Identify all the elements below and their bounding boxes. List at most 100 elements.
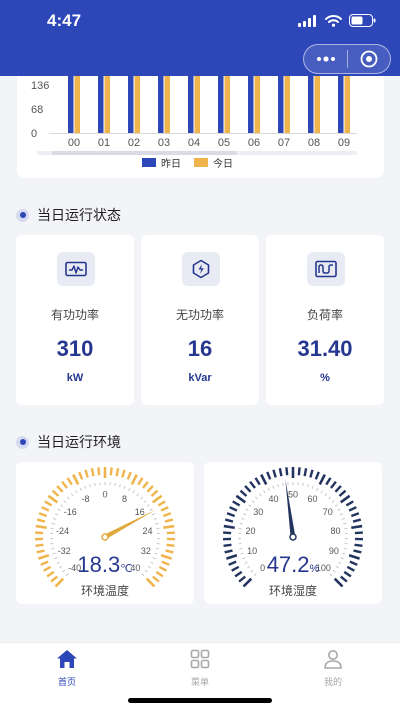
gauge-fine-tick [55,513,59,516]
tab-profile-label: 我的 [323,677,342,687]
gauge-fine-tick [339,513,343,516]
gauge-minor-tick [61,480,68,489]
gauge-fine-tick [328,496,331,500]
gauge-fine-tick [341,517,345,520]
gauge-fine-tick [143,500,147,503]
bar-yesterday [278,76,284,133]
gauge-fine-tick [89,484,91,488]
gauge-minor-tick [115,468,120,477]
gauge-major-tick [339,494,351,504]
gauge-fine-tick [155,522,159,525]
environment-title: 当日运行环境 [37,434,121,450]
gauge-fine-tick [149,508,153,511]
gauge-minor-tick [44,500,53,507]
user-icon [324,650,342,669]
gauge-fine-tick [239,547,243,550]
y-tick-label: 68 [31,104,43,116]
tab-menu-label: 菜单 [190,677,209,687]
hourly-load-chart: 0 68 136 00 01 02 03 04 05 06 07 08 09 昨日 今日 [31,76,357,170]
bar-yesterday [68,76,74,133]
x-tick-label: 04 [188,137,200,149]
gauge-major-tick [235,494,247,504]
gauge-minor-tick [41,506,50,512]
gauge-tick-label: 8 [122,494,127,504]
gauge-fine-tick [53,517,57,520]
bar-today [134,76,140,133]
gauge-major-tick [318,474,326,486]
gauge-minor-tick [121,469,126,478]
tab-menu[interactable]: 菜单 [160,649,240,688]
x-tick-label: 03 [158,137,170,149]
bar-yesterday [308,76,314,133]
temperature-label: 环境温度 [80,584,129,598]
gauge-minor-tick [137,477,144,486]
gauge-fine-tick [239,522,243,525]
more-dots-icon [316,56,335,62]
humidity-label: 环境湿度 [268,584,317,598]
gauge-minor-tick [272,469,277,478]
gauge-minor-tick [166,531,175,535]
gauge-minor-tick [162,512,172,518]
wifi-icon [325,14,342,27]
gauge-minor-tick [330,480,337,489]
legend-label: 今日 [213,157,233,170]
bar-yesterday [218,76,224,133]
humidity-gauge-card: 0 10 20 30 40 50 60 70 80 90 100 47.2% 环境湿度 [204,462,382,604]
gauge-fine-tick [302,482,304,486]
gauge-tick-label: 50 [288,490,298,500]
reactive-power-unit: kVar [188,372,212,384]
gauge-minor-tick [297,467,301,476]
gauge-fine-tick [75,490,78,494]
legend-swatch [194,158,208,167]
gauge-fine-tick [311,485,314,489]
close-miniprogram-button[interactable] [348,50,390,68]
chart-scroll-thumb[interactable] [52,151,237,155]
bar-today [104,76,110,133]
more-button[interactable] [304,56,347,62]
x-tick-label: 09 [338,137,350,149]
gauge-fine-tick [140,496,143,500]
load-rate-card: 负荷率 31.40 % [266,235,384,405]
tab-home-label: 首页 [57,677,76,687]
gauge-minor-tick [229,506,238,512]
gauge-tick-label: 60 [308,494,318,504]
gauge-fine-tick [132,490,135,494]
gauge-fine-tick [60,504,64,507]
signal-icon [298,14,316,27]
reactive-power-label: 无功功率 [175,308,224,322]
home-icon [57,650,77,668]
gauge-minor-tick [303,468,308,477]
gauge-minor-tick [84,469,89,478]
status-icons [298,14,376,27]
gauge-minor-tick [338,489,347,497]
gauge-minor-tick [38,512,48,518]
temperature-value-text: 18.3℃ [77,552,133,577]
hourly-load-chart-card: 0 68 136 00 01 02 03 04 05 06 07 08 09 昨日 今日 [17,76,384,178]
gauge-minor-tick [150,489,159,497]
gauge-fine-tick [255,496,258,500]
gauge-minor-tick [224,518,234,523]
tab-home[interactable]: 首页 [27,649,107,688]
tab-profile[interactable]: 我的 [293,649,373,688]
gauge-major-tick [260,474,268,486]
run-status-title: 当日运行状态 [37,207,121,223]
bar-today [74,76,80,133]
bar-yesterday [128,76,134,133]
gauge-major-tick [163,524,175,530]
status-time: 4:47 [47,11,82,30]
gauge-fine-tick [63,500,67,503]
gauge-minor-tick [350,512,360,518]
gauge-fine-tick [320,490,323,494]
gauge-minor-tick [345,500,354,507]
target-icon [360,50,378,68]
gauge-minor-tick [285,467,289,476]
x-tick-label: 02 [128,137,140,149]
gauge-minor-tick [164,518,174,523]
bar-yesterday [98,76,104,133]
x-tick-label: 07 [278,137,290,149]
bar-yesterday [338,76,344,133]
active-power-card: 有功功率 310 kW [16,235,134,405]
gauge-tick-label: 16 [135,507,145,517]
gauge-fine-tick [57,508,61,511]
humidity-value-text: 47.2% [266,552,320,577]
